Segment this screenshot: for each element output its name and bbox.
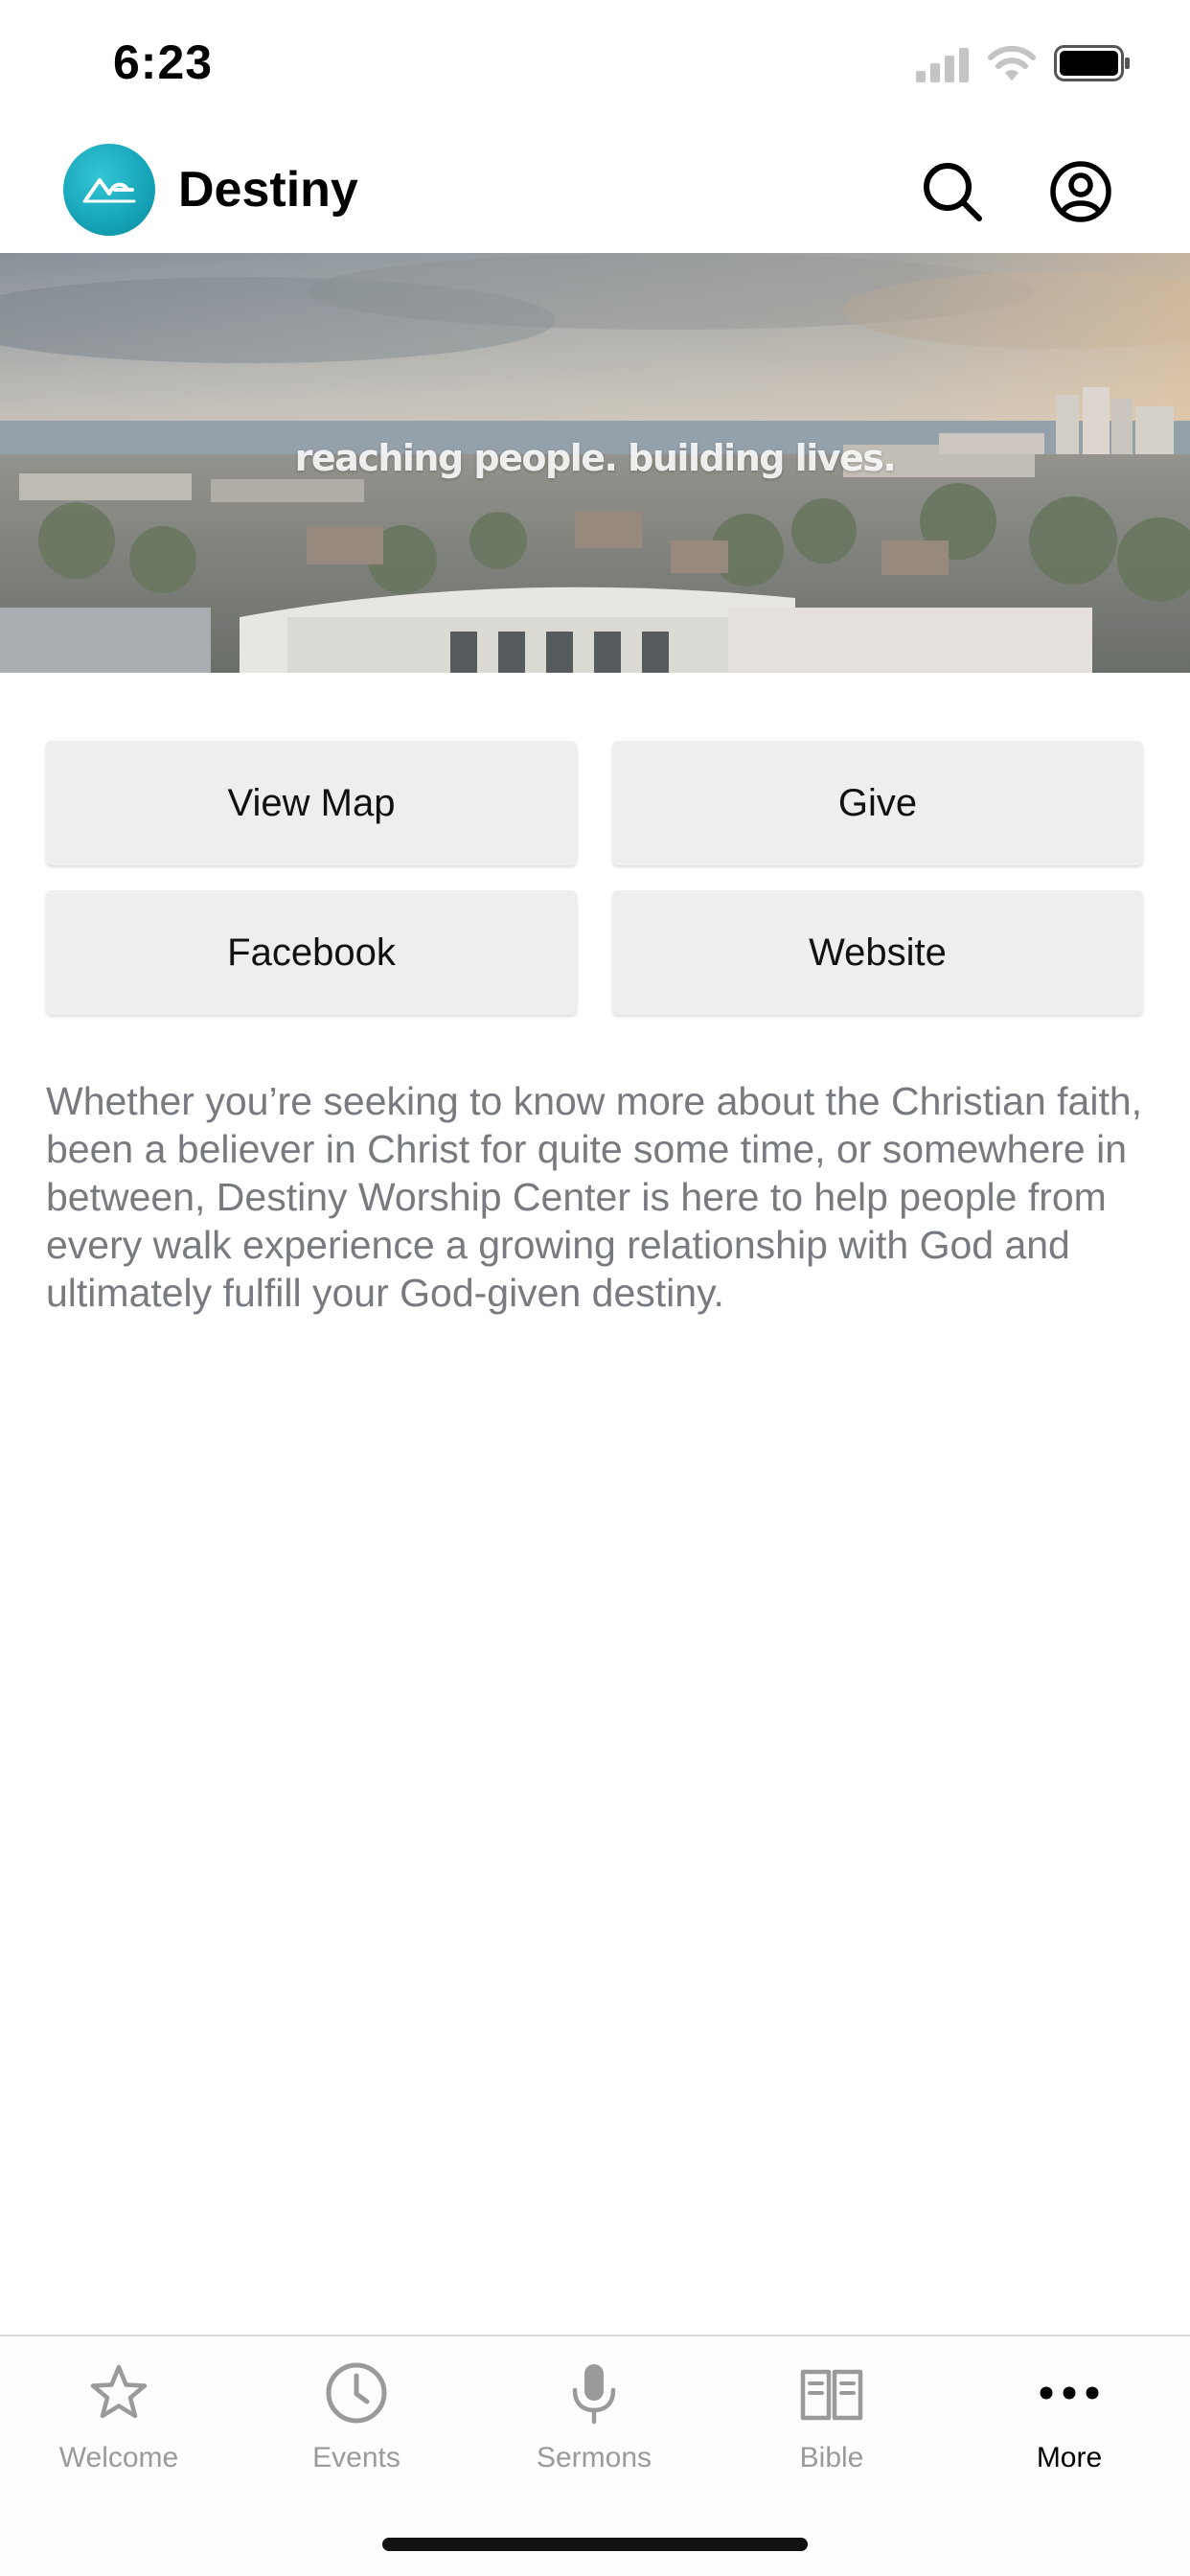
tab-events[interactable]: Events [238,2336,475,2499]
battery-icon [1054,45,1130,81]
tab-sermons[interactable]: Sermons [475,2336,713,2499]
status-bar: 6:23 [0,0,1190,128]
app-header: Destiny [0,128,1190,253]
account-icon [1050,161,1111,222]
church-description: Whether you’re seeking to know more abou… [46,1079,1143,1315]
tab-label: Sermons [536,2442,652,2473]
tab-bible[interactable]: Bible [713,2336,950,2499]
logo-mark-icon [82,178,136,203]
view-map-button[interactable]: View Map [46,741,577,865]
hero-banner: reaching people. building lives. [0,253,1190,673]
tab-label: Welcome [58,2442,179,2473]
microphone-icon [572,2364,616,2425]
website-button[interactable]: Website [612,890,1143,1015]
cellular-signal-icon [916,48,969,82]
more-dots-icon [1040,2386,1099,2400]
search-icon [924,163,982,221]
wifi-icon [988,45,1036,80]
destiny-logo[interactable] [63,144,155,236]
status-time: 6:23 [113,35,214,89]
banner-tagline: reaching people. building lives. [294,437,897,479]
tab-more[interactable]: More [950,2336,1188,2499]
star-icon [90,2364,148,2419]
book-icon [800,2369,863,2421]
tab-label: More [1036,2442,1103,2473]
app-title: Destiny [178,162,358,218]
clock-icon [326,2362,387,2424]
tab-label: Events [312,2442,400,2473]
tab-welcome[interactable]: Welcome [0,2336,238,2499]
home-indicator[interactable] [382,2538,808,2551]
facebook-button[interactable]: Facebook [46,890,577,1015]
account-button[interactable] [1044,155,1117,228]
tab-label: Bible [799,2442,864,2473]
give-button[interactable]: Give [612,741,1143,865]
search-button[interactable] [916,155,989,228]
